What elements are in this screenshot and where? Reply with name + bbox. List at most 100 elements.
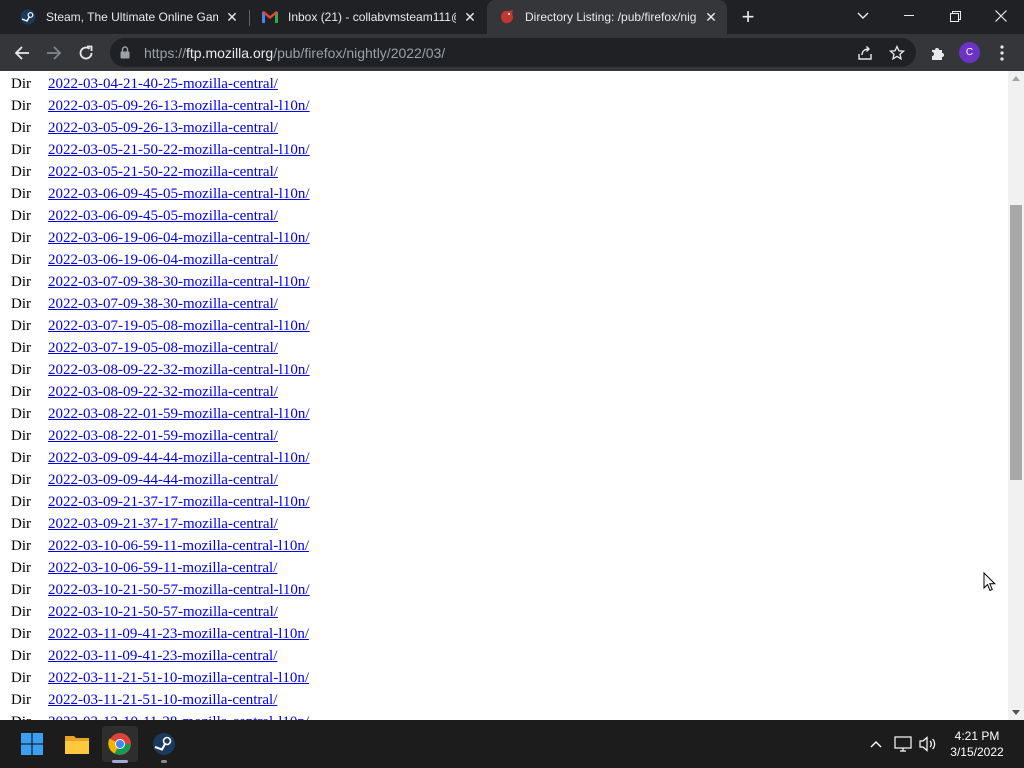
listing-row: Dir 2022-03-05-09-26-13-mozilla-central-l… xyxy=(0,95,1008,117)
directory-link[interactable]: 2022-03-09-09-44-44-mozilla-central-l10n… xyxy=(48,450,310,467)
share-icon[interactable] xyxy=(855,43,875,63)
directory-link[interactable]: 2022-03-07-19-05-08-mozilla-central-l10n… xyxy=(48,318,310,335)
directory-link[interactable]: 2022-03-08-22-01-59-mozilla-central/ xyxy=(48,428,278,445)
directory-link[interactable]: 2022-03-06-19-06-04-mozilla-central/ xyxy=(48,252,278,269)
tab-steam[interactable]: Steam, The Ultimate Online Game Platform… xyxy=(8,0,248,34)
restore-button[interactable] xyxy=(932,0,978,32)
listing-row: Dir 2022-03-05-21-50-22-mozilla-central/ xyxy=(0,161,1008,183)
entry-type-label: Dir xyxy=(11,317,31,334)
scroll-up-arrow-icon[interactable] xyxy=(1012,76,1020,81)
restore-icon xyxy=(949,10,961,22)
extensions-button[interactable] xyxy=(924,39,952,67)
directory-link[interactable]: 2022-03-11-21-51-10-mozilla-central/ xyxy=(48,692,277,709)
url-host: ftp.mozilla.org xyxy=(186,44,274,61)
show-hidden-icons-button[interactable] xyxy=(866,734,886,754)
directory-link[interactable]: 2022-03-05-21-50-22-mozilla-central-l10n… xyxy=(48,142,310,159)
directory-link[interactable]: 2022-03-09-09-44-44-mozilla-central/ xyxy=(48,472,278,489)
back-button[interactable] xyxy=(8,39,36,67)
listing-row: Dir 2022-03-06-09-45-05-mozilla-central-l… xyxy=(0,183,1008,205)
listing-row: Dir 2022-03-06-09-45-05-mozilla-central/ xyxy=(0,205,1008,227)
entry-type-label: Dir xyxy=(11,361,31,378)
minimize-button[interactable] xyxy=(886,0,932,32)
directory-link[interactable]: 2022-03-11-21-51-10-mozilla-central-l10n… xyxy=(48,670,309,687)
directory-link[interactable]: 2022-03-05-21-50-22-mozilla-central/ xyxy=(48,164,278,181)
tab-gmail[interactable]: Inbox (21) - collabvmsteam111@gmail.com … xyxy=(250,0,486,34)
browser-toolbar: https://ftp.mozilla.org/pub/firefox/nigh… xyxy=(0,34,1024,71)
kebab-menu-icon xyxy=(1000,45,1004,61)
directory-link[interactable]: 2022-03-10-06-59-11-mozilla-central-l10n… xyxy=(48,538,309,555)
network-icon xyxy=(894,736,912,752)
entry-type-label: Dir xyxy=(11,581,31,598)
directory-link[interactable]: 2022-03-06-09-45-05-mozilla-central/ xyxy=(48,208,278,225)
listing-row: Dir 2022-03-05-21-50-22-mozilla-central-l… xyxy=(0,139,1008,161)
url-text: https://ftp.mozilla.org/pub/firefox/nigh… xyxy=(144,45,445,61)
scroll-down-arrow-icon[interactable] xyxy=(1012,710,1020,715)
mouse-pointer-icon xyxy=(983,571,997,597)
listing-row: Dir 2022-03-09-09-44-44-mozilla-central/ xyxy=(0,469,1008,491)
puzzle-icon xyxy=(932,48,944,60)
entry-type-label: Dir xyxy=(11,559,31,576)
entry-type-label: Dir xyxy=(11,75,31,92)
bookmark-star-icon[interactable] xyxy=(887,43,907,63)
page-scrollbar[interactable] xyxy=(1008,71,1024,720)
listing-row: Dir 2022-03-11-21-51-10-mozilla-central/ xyxy=(0,689,1008,711)
directory-link[interactable]: 2022-03-11-09-41-23-mozilla-central/ xyxy=(48,648,277,665)
entry-type-label: Dir xyxy=(11,339,31,356)
tab-directory-listing[interactable]: Directory Listing: /pub/firefox/nightly/… xyxy=(487,0,727,34)
listing-row: Dir 2022-03-08-22-01-59-mozilla-central/ xyxy=(0,425,1008,447)
taskbar-file-explorer[interactable] xyxy=(59,726,95,762)
directory-link[interactable]: 2022-03-06-19-06-04-mozilla-central-l10n… xyxy=(48,230,310,247)
network-button[interactable] xyxy=(893,734,913,754)
browser-menu-button[interactable] xyxy=(988,39,1016,67)
tab-title: Steam, The Ultimate Online Game Platform xyxy=(46,10,218,24)
close-window-button[interactable] xyxy=(978,0,1024,32)
entry-type-label: Dir xyxy=(11,669,31,686)
start-button[interactable] xyxy=(14,726,50,762)
tab-close-icon[interactable]: ✕ xyxy=(462,9,478,25)
directory-link[interactable]: 2022-03-10-21-50-57-mozilla-central/ xyxy=(48,604,278,621)
tab-search-button[interactable] xyxy=(840,0,886,32)
entry-type-label: Dir xyxy=(11,163,31,180)
directory-link[interactable]: 2022-03-09-21-37-17-mozilla-central/ xyxy=(48,516,278,533)
reload-button[interactable] xyxy=(72,39,100,67)
directory-link[interactable]: 2022-03-11-09-41-23-mozilla-central-l10n… xyxy=(48,626,309,643)
listing-row: Dir 2022-03-10-21-50-57-mozilla-central-l… xyxy=(0,579,1008,601)
directory-link[interactable]: 2022-03-07-09-38-30-mozilla-central/ xyxy=(48,296,278,313)
entry-type-label: Dir xyxy=(11,141,31,158)
listing-row: Dir 2022-03-10-21-50-57-mozilla-central/ xyxy=(0,601,1008,623)
directory-link[interactable]: 2022-03-10-06-59-11-mozilla-central/ xyxy=(48,560,277,577)
clock-date: 3/15/2022 xyxy=(950,745,1004,759)
tab-close-icon[interactable]: ✕ xyxy=(703,9,719,25)
taskbar-steam[interactable] xyxy=(146,726,182,762)
forward-button[interactable] xyxy=(40,39,68,67)
directory-link[interactable]: 2022-03-05-09-26-13-mozilla-central-l10n… xyxy=(48,98,310,115)
directory-link[interactable]: 2022-03-08-09-22-32-mozilla-central-l10n… xyxy=(48,362,310,379)
directory-link[interactable]: 2022-03-09-21-37-17-mozilla-central-l10n… xyxy=(48,494,310,511)
directory-link[interactable]: 2022-03-07-19-05-08-mozilla-central/ xyxy=(48,340,278,357)
directory-link[interactable]: 2022-03-06-09-45-05-mozilla-central-l10n… xyxy=(48,186,310,203)
listing-row: Dir 2022-03-08-09-22-32-mozilla-central/ xyxy=(0,381,1008,403)
volume-button[interactable] xyxy=(918,734,938,754)
tab-title: Directory Listing: /pub/firefox/nightly/… xyxy=(525,10,697,24)
directory-link[interactable]: 2022-03-07-09-38-30-mozilla-central-l10n… xyxy=(48,274,310,291)
url-scheme: https:// xyxy=(144,44,187,61)
directory-link[interactable]: 2022-03-05-09-26-13-mozilla-central/ xyxy=(48,120,278,137)
system-clock[interactable]: 4:21 PM 3/15/2022 xyxy=(942,728,1012,760)
listing-row: Dir 2022-03-11-21-51-10-mozilla-central-l… xyxy=(0,667,1008,689)
tab-close-icon[interactable]: ✕ xyxy=(224,9,240,25)
steam-icon xyxy=(153,733,175,755)
taskbar-chrome[interactable] xyxy=(102,726,138,762)
directory-link[interactable]: 2022-03-08-22-01-59-mozilla-central-l10n… xyxy=(48,406,310,423)
address-bar[interactable]: https://ftp.mozilla.org/pub/firefox/nigh… xyxy=(110,38,916,67)
minimize-icon xyxy=(904,15,914,16)
profile-avatar[interactable]: C xyxy=(959,42,980,63)
listing-row: Dir 2022-03-04-21-40-25-mozilla-central/ xyxy=(0,73,1008,95)
new-tab-button[interactable]: + xyxy=(736,4,760,29)
directory-link[interactable]: 2022-03-04-21-40-25-mozilla-central/ xyxy=(48,76,278,93)
directory-link[interactable]: 2022-03-10-21-50-57-mozilla-central-l10n… xyxy=(48,582,310,599)
listing-row: Dir 2022-03-09-09-44-44-mozilla-central-l… xyxy=(0,447,1008,469)
directory-link[interactable]: 2022-03-08-09-22-32-mozilla-central/ xyxy=(48,384,278,401)
scrollbar-thumb[interactable] xyxy=(1010,204,1022,480)
listing-row: Dir 2022-03-07-19-05-08-mozilla-central/ xyxy=(0,337,1008,359)
lock-icon[interactable] xyxy=(120,46,132,59)
